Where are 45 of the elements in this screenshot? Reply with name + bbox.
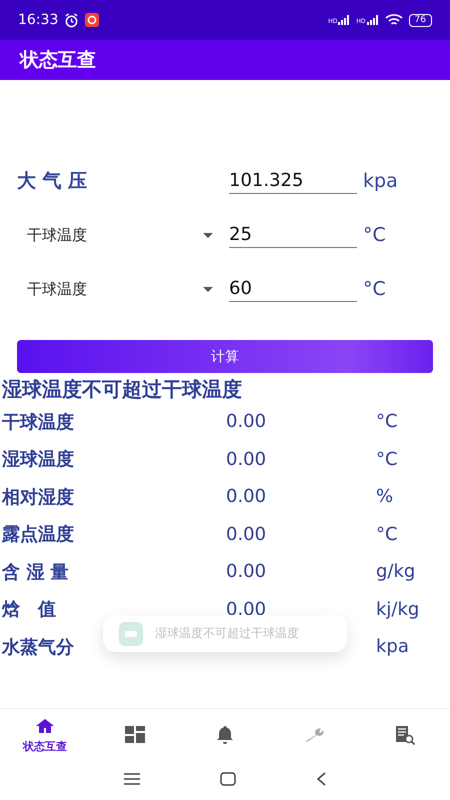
unit-label: °C [376, 448, 398, 470]
result-label: 相对湿度 [2, 486, 74, 509]
warning-message: 湿球温度不可超过干球温度 [2, 376, 242, 403]
nav-tab[interactable]: 状态互查 [0, 709, 90, 760]
unit-label: °C [363, 278, 386, 300]
input-field[interactable]: 101.325 [229, 168, 357, 194]
result-label: 湿球温度 [2, 448, 74, 472]
unit-label: % [376, 486, 394, 508]
dropdown-selector[interactable]: 干球温度 [17, 273, 229, 305]
result-label: 干球温度 [2, 410, 74, 434]
document-search-icon [394, 724, 416, 746]
input-field[interactable]: 25 [229, 222, 357, 248]
wifi-icon [384, 14, 403, 26]
app-icon [119, 622, 143, 646]
result-value: 0.00 [226, 486, 266, 508]
menu-button[interactable] [124, 772, 140, 788]
app-notification-icon [85, 13, 100, 27]
clock-time: 16:33 [18, 12, 58, 28]
alarm-icon [64, 12, 80, 28]
result-value: 0.00 [226, 524, 266, 545]
result-value: 0.00 [226, 411, 266, 432]
dashboard-icon [124, 724, 146, 746]
dropdown-selector[interactable]: 干球温度 [17, 219, 229, 251]
unit-label: °C [363, 224, 386, 246]
calculate-button[interactable]: 计算 [17, 340, 433, 373]
battery-level: 76 [408, 14, 432, 26]
result-label: 水蒸气分 [2, 636, 74, 659]
unit-label: kpa [363, 170, 398, 192]
result-value: 0.00 [226, 448, 266, 470]
app-title: 状态互查 [20, 48, 96, 73]
result-label: 含 湿 量 [2, 560, 69, 584]
unit-label: °C [376, 411, 398, 432]
result-value: 0.00 [226, 598, 266, 620]
home-button[interactable] [220, 772, 236, 788]
input-field[interactable]: 60 [229, 276, 357, 302]
result-label: 焓 值 [2, 598, 56, 622]
field-label: 大 气 压 [17, 169, 88, 194]
unit-label: kpa [376, 636, 409, 658]
unit-label: °C [376, 524, 398, 545]
result-value: 0.00 [226, 561, 266, 582]
back-button[interactable] [316, 772, 326, 788]
result-label: 露点温度 [2, 523, 74, 546]
unit-label: kj/kg [376, 598, 420, 620]
toast-message: 湿球温度不可超过干球温度 [155, 625, 299, 642]
unit-label: g/kg [376, 561, 416, 582]
